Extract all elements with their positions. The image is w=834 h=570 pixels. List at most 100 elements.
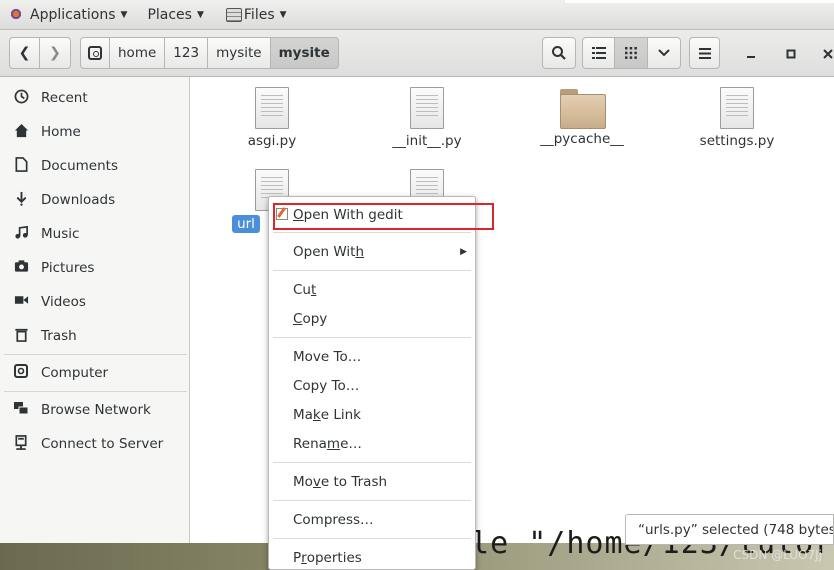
menu-item-copy[interactable]: Copy bbox=[269, 304, 475, 333]
clock-icon bbox=[12, 89, 30, 108]
chevron-down-icon: ▼ bbox=[279, 9, 287, 20]
sidebar-item-documents[interactable]: Documents bbox=[0, 149, 189, 183]
menu-separator bbox=[273, 232, 471, 233]
sidebar-item-downloads[interactable]: Downloads bbox=[0, 183, 189, 217]
sidebar-item-label: Music bbox=[41, 226, 80, 242]
file-item[interactable]: settings.py bbox=[682, 87, 792, 149]
close-icon bbox=[823, 49, 833, 59]
menu-separator bbox=[273, 538, 471, 539]
home-icon bbox=[12, 123, 30, 142]
file-name: settings.py bbox=[699, 133, 775, 149]
sidebar-item-label: Connect to Server bbox=[41, 436, 164, 452]
menu-item-open-with[interactable]: Open Wit h ▶ bbox=[269, 237, 475, 266]
minimize-button[interactable] bbox=[741, 44, 761, 64]
maximize-button[interactable] bbox=[781, 44, 801, 64]
applications-menu[interactable]: Applications ▼ bbox=[0, 0, 135, 30]
forward-button[interactable]: ❯ bbox=[40, 37, 71, 69]
menu-item-label: Move To… bbox=[293, 348, 362, 365]
menu-item-label: Rena bbox=[293, 435, 327, 452]
drive-icon bbox=[12, 364, 30, 382]
mnemonic: k bbox=[312, 406, 321, 423]
top-panel: Applications ▼ Places ▼ Files ▼ bbox=[0, 0, 834, 30]
menu-item-compress[interactable]: Compress… bbox=[269, 505, 475, 534]
file-name: __init__.py bbox=[392, 133, 462, 149]
grid-icon bbox=[625, 47, 637, 59]
menu-item-label: e… bbox=[340, 435, 362, 452]
menu-item-make-link[interactable]: Ma k e Link bbox=[269, 400, 475, 429]
close-button[interactable] bbox=[818, 44, 834, 64]
file-item[interactable]: __init__.py bbox=[372, 87, 482, 149]
menu-item-cut[interactable]: Cu t bbox=[269, 275, 475, 304]
menu-button[interactable] bbox=[689, 37, 720, 69]
submenu-arrow-icon: ▶ bbox=[460, 246, 467, 257]
sidebar-item-trash[interactable]: Trash bbox=[0, 319, 189, 353]
download-icon bbox=[12, 191, 30, 210]
sidebar-item-home[interactable]: Home bbox=[0, 115, 189, 149]
list-icon bbox=[591, 47, 606, 59]
applications-icon bbox=[8, 7, 24, 23]
sidebar-item-pictures[interactable]: Pictures bbox=[0, 251, 189, 285]
gedit-icon bbox=[276, 208, 288, 220]
file-name: __pycache__ bbox=[540, 131, 624, 147]
sidebar-item-label: Recent bbox=[41, 90, 88, 106]
file-name: asgi.py bbox=[247, 133, 297, 149]
grid-view-button[interactable] bbox=[615, 37, 648, 69]
text-file-icon bbox=[720, 87, 754, 129]
sidebar-item-label: Computer bbox=[41, 365, 109, 381]
menu-separator bbox=[273, 337, 471, 338]
menu-item-copy-to[interactable]: Copy To… bbox=[269, 371, 475, 400]
pathbar-123[interactable]: 123 bbox=[165, 37, 209, 69]
watermark: CSDN @LUO7Jj bbox=[733, 548, 822, 562]
mnemonic: t bbox=[310, 281, 317, 298]
camera-icon bbox=[12, 259, 30, 277]
status-tooltip: “urls.py” selected (748 bytes) bbox=[625, 514, 834, 545]
menu-item-label: Open Wit bbox=[293, 243, 356, 260]
sidebar-item-videos[interactable]: Videos bbox=[0, 285, 189, 319]
mnemonic: m bbox=[326, 435, 341, 452]
menu-item-properties[interactable]: Pr operties bbox=[269, 543, 475, 570]
pathbar-root-button[interactable] bbox=[80, 37, 110, 69]
hamburger-icon bbox=[698, 47, 711, 59]
menu-item-rename[interactable]: Rena m e… bbox=[269, 429, 475, 458]
sidebar-item-label: Pictures bbox=[41, 260, 95, 276]
files-label: Files bbox=[243, 6, 275, 23]
search-button[interactable] bbox=[542, 37, 576, 69]
sidebar-item-label: Documents bbox=[41, 158, 118, 174]
back-button[interactable]: ❮ bbox=[9, 37, 40, 69]
menu-item-open-with-gedit[interactable]: Open With gedit bbox=[269, 201, 475, 228]
menu-item-label: Cu bbox=[293, 281, 311, 298]
text-file-icon bbox=[410, 87, 444, 129]
menu-item-move-to-trash[interactable]: Mo v e to Trash bbox=[269, 467, 475, 496]
menu-item-label: e Link bbox=[320, 406, 361, 423]
folder-icon bbox=[560, 89, 606, 129]
mnemonic: O bbox=[293, 206, 304, 223]
sidebar-item-connect-to-server[interactable]: Connect to Server bbox=[0, 427, 189, 461]
list-view-button[interactable] bbox=[582, 37, 615, 69]
menu-item-label: P bbox=[293, 549, 302, 566]
chevron-down-icon: ▼ bbox=[120, 9, 128, 20]
menu-item-move-to[interactable]: Move To… bbox=[269, 342, 475, 371]
mnemonic: h bbox=[355, 243, 365, 260]
pathbar-mysite-current[interactable]: mysite bbox=[270, 37, 339, 69]
files-app-menu[interactable]: Files ▼ bbox=[218, 0, 295, 30]
pathbar-mysite[interactable]: mysite bbox=[208, 37, 271, 69]
file-item[interactable]: __pycache__ bbox=[527, 87, 637, 147]
menu-item-label: Mo bbox=[293, 473, 313, 490]
text-file-icon bbox=[255, 87, 289, 129]
places-menu[interactable]: Places ▼ bbox=[139, 0, 211, 30]
pathbar-home[interactable]: home bbox=[110, 37, 166, 69]
sidebar-item-browse-network[interactable]: Browse Network bbox=[0, 393, 189, 427]
menu-item-label: opy bbox=[302, 310, 328, 327]
sidebar-item-music[interactable]: Music bbox=[0, 217, 189, 251]
sidebar-item-computer[interactable]: Computer bbox=[0, 356, 189, 390]
applications-label: Applications bbox=[30, 6, 116, 23]
navigation-buttons: ❮ ❯ bbox=[9, 37, 71, 69]
file-item[interactable]: asgi.py bbox=[217, 87, 327, 149]
sidebar-item-recent[interactable]: Recent bbox=[0, 81, 189, 115]
sidebar-item-label: Browse Network bbox=[41, 402, 151, 418]
music-icon bbox=[12, 225, 30, 244]
mnemonic: C bbox=[293, 310, 303, 327]
view-options-button[interactable] bbox=[648, 37, 681, 69]
panel-blank-area bbox=[565, 0, 834, 3]
trash-icon bbox=[12, 327, 30, 346]
